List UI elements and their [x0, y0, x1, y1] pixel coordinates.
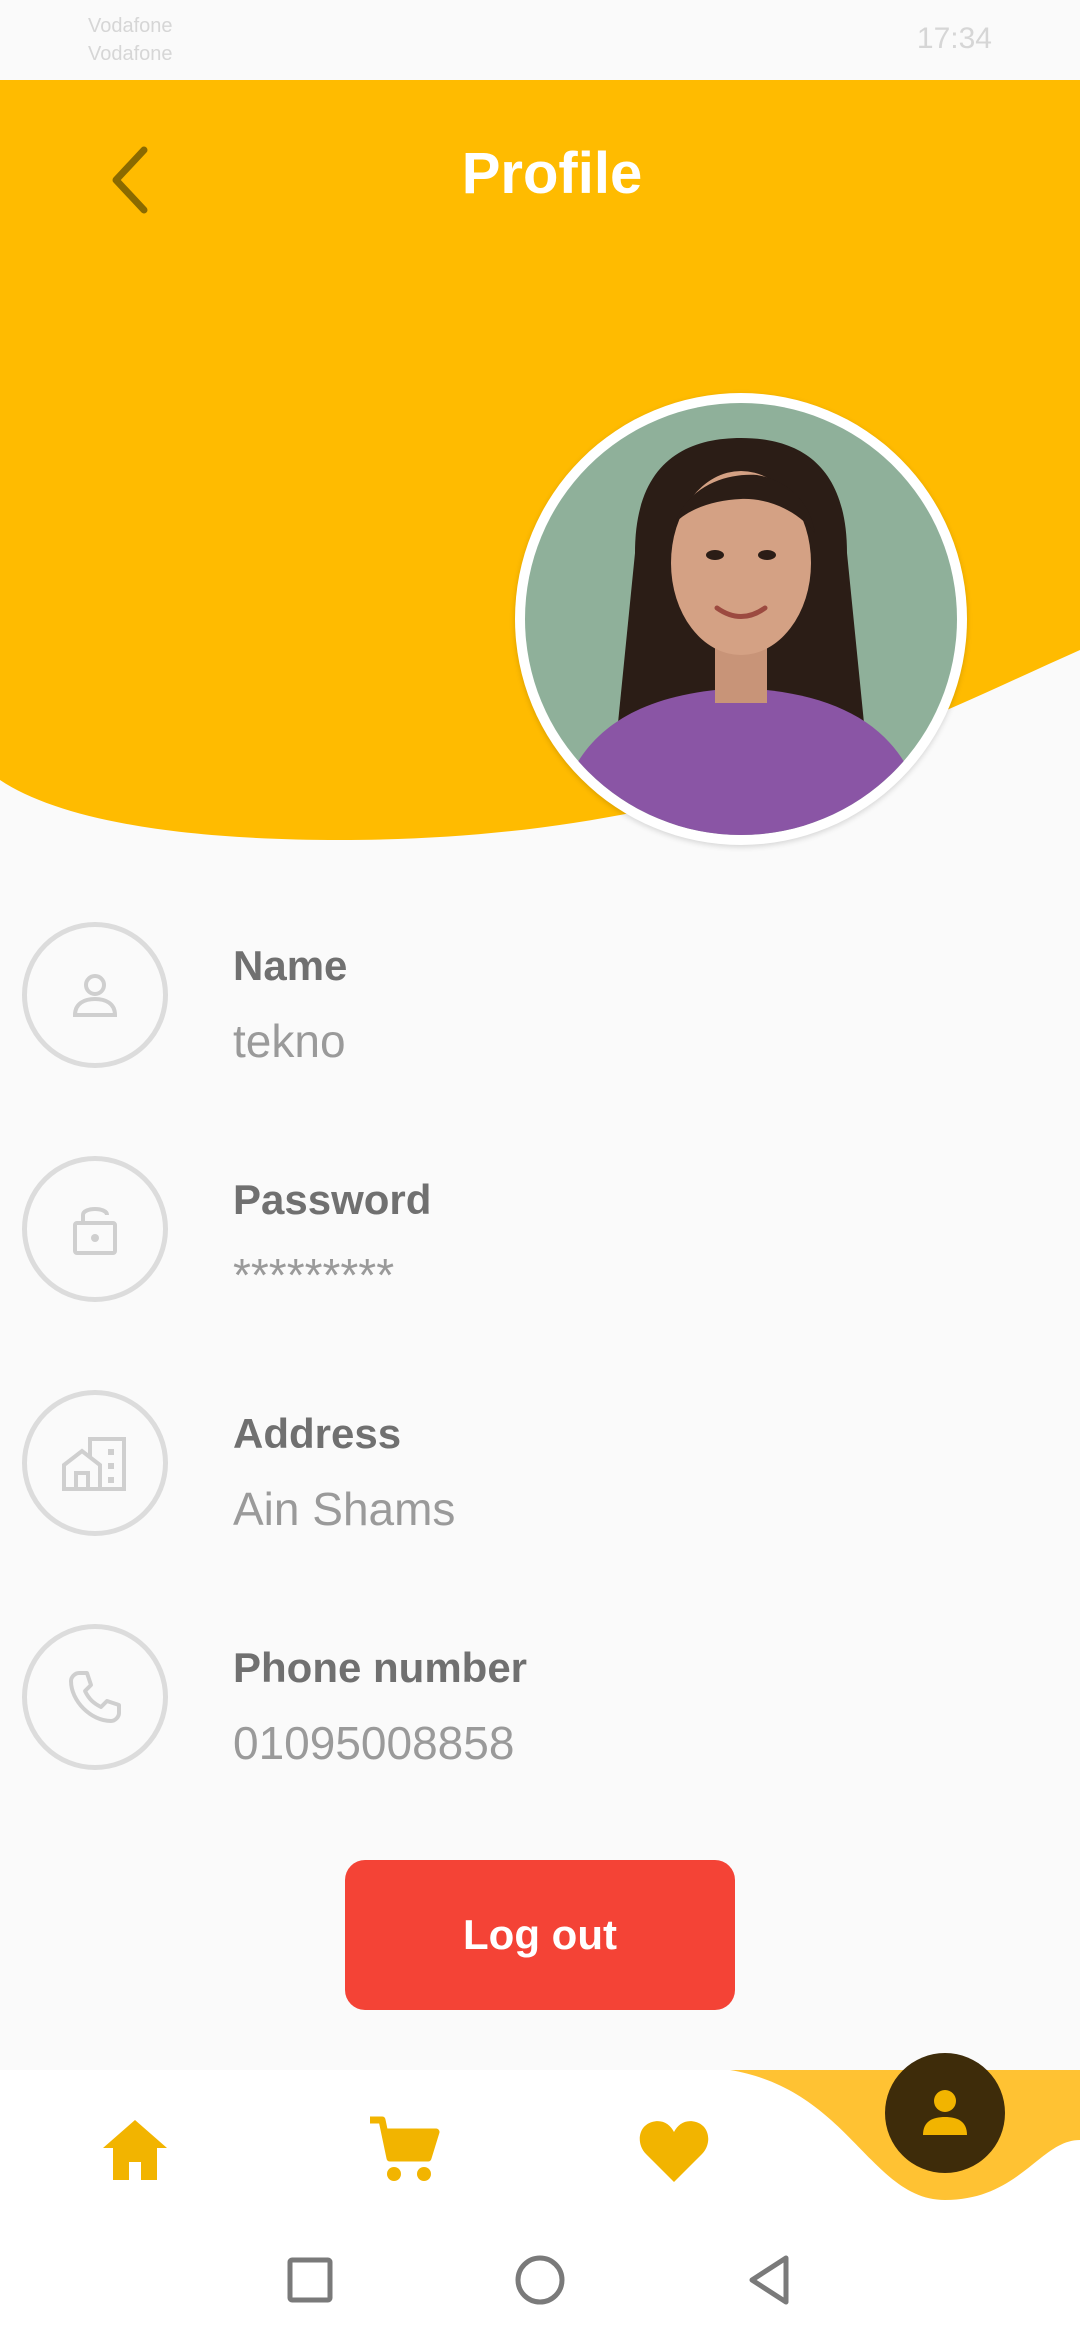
square-icon [287, 2257, 333, 2303]
carrier-name: Vodafone [88, 15, 173, 37]
carrier-info: Vodafone Vodafone [88, 12, 173, 68]
profile-header: Profile [0, 80, 1080, 860]
avatar[interactable] [515, 393, 967, 845]
phone-label: Phone number [233, 1644, 528, 1691]
phone-value: 01095008858 [233, 1717, 515, 1769]
building-icon [22, 1390, 168, 1536]
address-row[interactable]: Address Ain Shams [0, 1390, 1080, 1560]
name-value: tekno [233, 1015, 346, 1067]
nav-home[interactable] [95, 2110, 175, 2190]
recents-button[interactable] [280, 2250, 340, 2310]
carrier-name-secondary: Vodafone [88, 43, 173, 65]
address-label: Address [233, 1410, 402, 1457]
home-icon [103, 2120, 167, 2180]
phone-row[interactable]: Phone number 01095008858 [0, 1624, 1080, 1794]
password-label: Password [233, 1176, 432, 1223]
home-system-button[interactable] [510, 2250, 570, 2310]
triangle-back-icon [749, 2255, 789, 2305]
circle-icon [515, 2255, 565, 2305]
bottom-navigation [0, 2053, 1080, 2220]
address-value: Ain Shams [233, 1483, 456, 1535]
status-time: 17:34 [916, 22, 992, 55]
nav-favorites[interactable] [634, 2110, 714, 2190]
name-row[interactable]: Name tekno [0, 922, 1080, 1092]
status-bar: Vodafone Vodafone 17:34 [0, 0, 1080, 80]
person-icon [923, 2090, 967, 2135]
lock-icon [22, 1156, 168, 1302]
phone-icon [22, 1624, 168, 1770]
name-label: Name [233, 942, 348, 989]
cart-icon [370, 2116, 440, 2181]
back-system-button[interactable] [740, 2250, 800, 2310]
avatar-photo [525, 403, 957, 835]
page-title: Profile [461, 141, 643, 206]
system-navigation-bar [0, 2220, 1080, 2340]
person-icon [22, 922, 168, 1068]
nav-cart[interactable] [364, 2110, 444, 2190]
heart-icon [639, 2121, 709, 2182]
password-row[interactable]: Password ********* [0, 1156, 1080, 1326]
logout-button[interactable]: Log out [345, 1860, 735, 2010]
nav-profile-active[interactable] [885, 2053, 1005, 2173]
password-value: ********* [233, 1249, 395, 1301]
